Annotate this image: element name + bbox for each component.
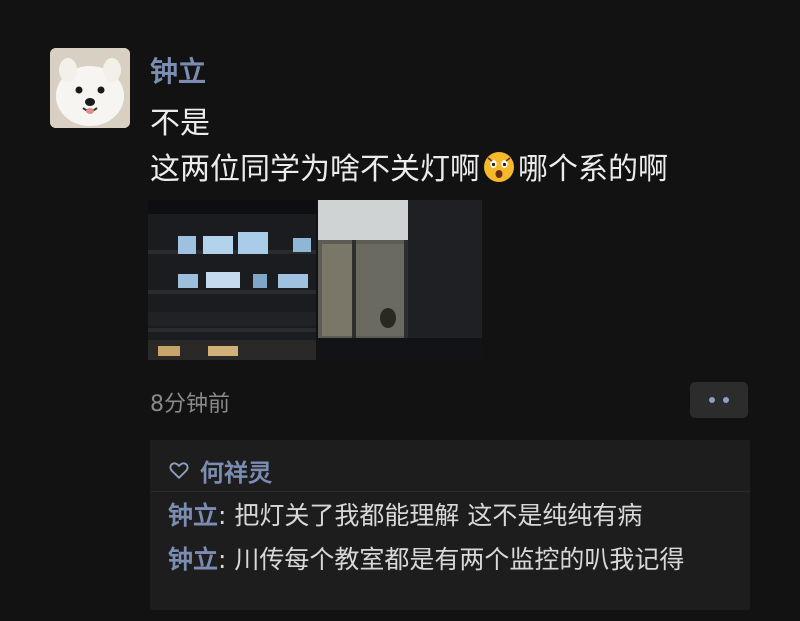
heart-icon [169,462,189,479]
comment-item[interactable]: 钟立: 川传每个教室都是有两个监控的叭我记得 [168,544,738,575]
more-dot-icon [709,397,715,403]
likes-row: 何祥灵 [168,450,272,490]
liker-name[interactable]: 何祥灵 [200,453,272,488]
shocked-face-emoji-icon [482,150,516,184]
comment-separator: : [218,545,235,574]
post-photo-1[interactable] [148,200,316,360]
post-photo-2[interactable] [318,200,482,360]
more-actions-button[interactable] [690,382,748,418]
avatar[interactable] [50,48,130,128]
post-timestamp: 8分钟前 [150,392,230,417]
more-dot-icon [723,397,729,403]
comment-text: 把灯关了我都能理解 这不是纯纯有病 [234,501,643,530]
lit-window-photo-icon [318,200,482,360]
post-text-part: 哪个系的啊 [518,152,668,187]
post-text-part: 这两位同学为啥不关灯啊 [150,152,480,187]
comment-author[interactable]: 钟立 [168,501,218,530]
post-text-line-1: 不是 [150,106,210,141]
night-building-photo-icon [148,200,316,360]
divider [150,491,750,492]
post-author-name[interactable]: 钟立 [150,50,206,90]
comment-item[interactable]: 钟立: 把灯关了我都能理解 这不是纯纯有病 [168,500,738,531]
post-text-line-2: 这两位同学为啥不关灯啊 哪个系的啊 [150,144,668,188]
comment-separator: : [218,501,235,530]
comment-author[interactable]: 钟立 [168,545,218,574]
comment-text: 川传每个教室都是有两个监控的叭我记得 [234,545,685,574]
